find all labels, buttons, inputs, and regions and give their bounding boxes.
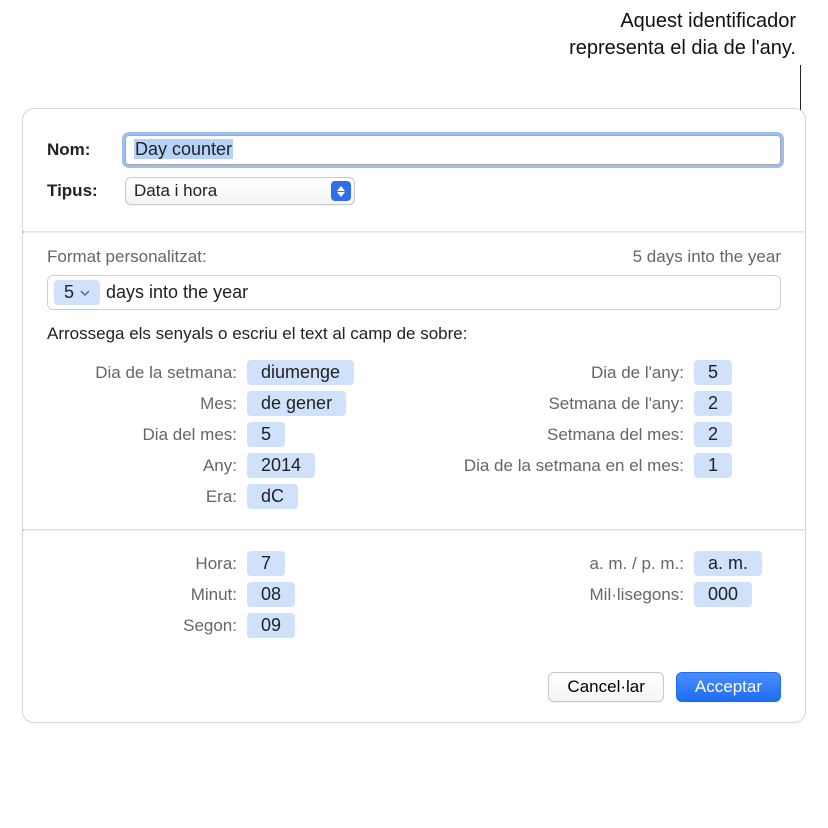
token-ampm-label: a. m. / p. m.:	[424, 554, 694, 574]
token-day-of-week[interactable]: diumenge	[247, 360, 354, 385]
chevron-down-icon	[80, 288, 90, 298]
drag-instructions: Arrossega els senyals o escriu el text a…	[47, 324, 781, 344]
token-day-of-week-label: Dia de la setmana:	[47, 363, 247, 383]
token-weekday-in-month[interactable]: 1	[694, 453, 732, 478]
token-millisecond-label: Mil·lisegons:	[424, 585, 694, 605]
token-day-of-year-label: Dia de l'any:	[424, 363, 694, 383]
ok-button[interactable]: Acceptar	[676, 672, 781, 702]
token-minute[interactable]: 08	[247, 582, 295, 607]
token-day-of-month-label: Dia del mes:	[47, 425, 247, 445]
token-week-of-year[interactable]: 2	[694, 391, 732, 416]
token-weekday-in-month-label: Dia de la setmana en el mes:	[424, 456, 694, 476]
format-preview: 5 days into the year	[633, 247, 781, 267]
token-ampm[interactable]: a. m.	[694, 551, 762, 576]
token-millisecond[interactable]: 000	[694, 582, 752, 607]
callout-annotation: Aquest identificador representa el dia d…	[0, 0, 828, 105]
format-literal-text: days into the year	[106, 282, 248, 303]
cancel-button[interactable]: Cancel·lar	[548, 672, 663, 702]
name-input-value: Day counter	[134, 139, 233, 159]
format-token-day-of-year[interactable]: 5	[54, 280, 100, 305]
custom-format-dialog: Nom: Day counter Tipus: Data i hora Form…	[22, 108, 806, 723]
token-minute-label: Minut:	[47, 585, 247, 605]
token-second-label: Segon:	[47, 616, 247, 636]
token-week-of-month-label: Setmana del mes:	[424, 425, 694, 445]
token-week-of-year-label: Setmana de l'any:	[424, 394, 694, 414]
token-era-label: Era:	[47, 487, 247, 507]
custom-format-label: Format personalitzat:	[47, 247, 207, 267]
token-hour[interactable]: 7	[247, 551, 285, 576]
format-token-value: 5	[64, 282, 74, 303]
type-select-value: Data i hora	[134, 181, 217, 201]
token-month[interactable]: de gener	[247, 391, 346, 416]
token-year-label: Any:	[47, 456, 247, 476]
name-label: Nom:	[47, 140, 125, 160]
token-year[interactable]: 2014	[247, 453, 315, 478]
token-day-of-month[interactable]: 5	[247, 422, 285, 447]
token-week-of-month[interactable]: 2	[694, 422, 732, 447]
type-label: Tipus:	[47, 181, 125, 201]
token-day-of-year[interactable]: 5	[694, 360, 732, 385]
token-second[interactable]: 09	[247, 613, 295, 638]
callout-line1: Aquest identificador	[620, 10, 796, 32]
callout-line2: representa el dia de l'any.	[569, 37, 796, 59]
format-field[interactable]: 5 days into the year	[47, 275, 781, 310]
token-era[interactable]: dC	[247, 484, 298, 509]
token-month-label: Mes:	[47, 394, 247, 414]
chevron-updown-icon	[331, 181, 351, 201]
token-hour-label: Hora:	[47, 554, 247, 574]
type-select[interactable]: Data i hora	[125, 177, 355, 205]
name-input[interactable]: Day counter	[125, 135, 781, 165]
